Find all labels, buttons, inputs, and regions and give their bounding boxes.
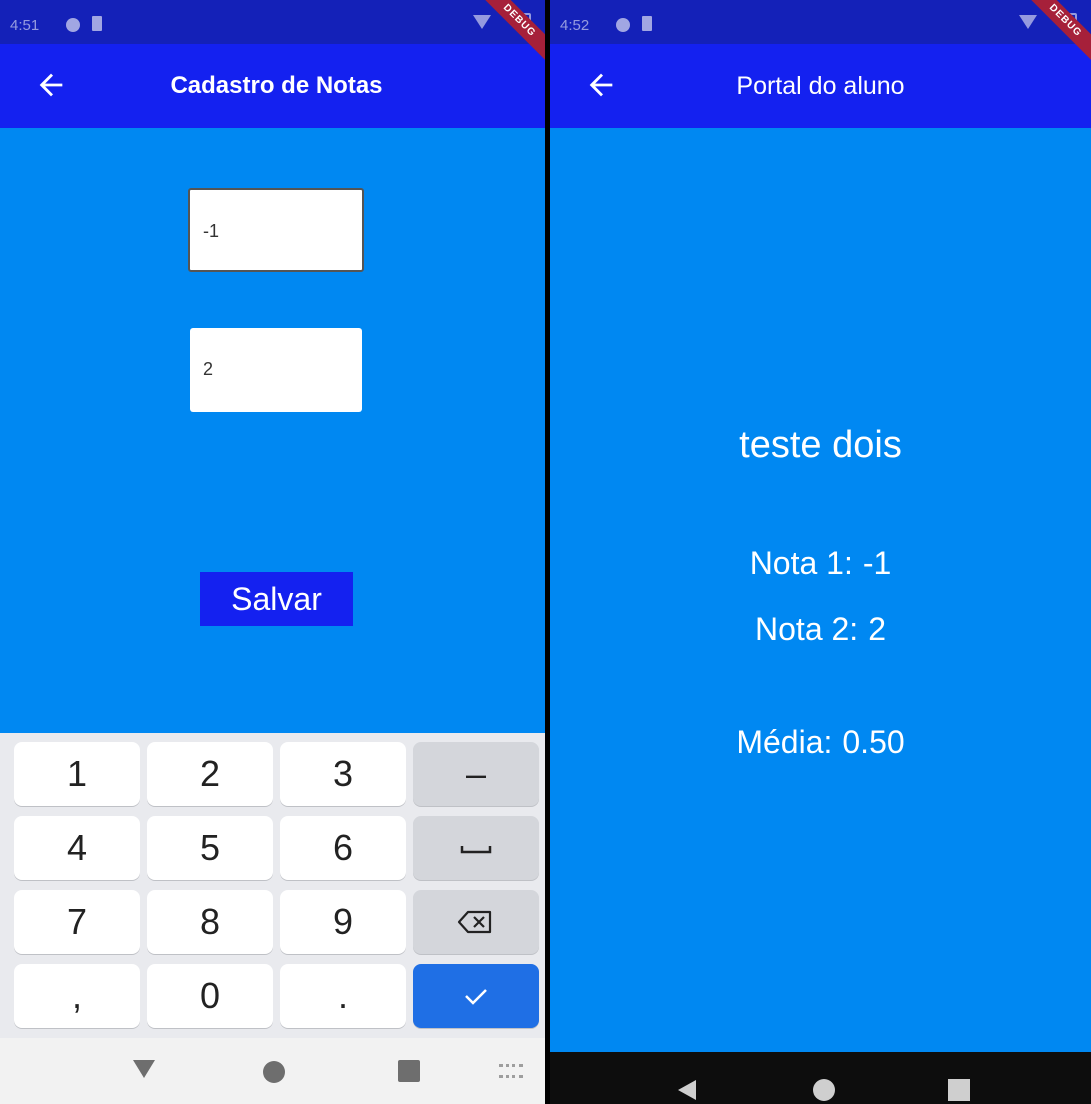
- notification-icon: [66, 18, 80, 32]
- page-title: Portal do aluno: [736, 72, 905, 100]
- check-icon: [465, 989, 487, 1005]
- nav-recents-icon[interactable]: [948, 1079, 970, 1101]
- nota2-row: Nota 2: 2: [550, 611, 1091, 648]
- app-bar: Portal do aluno: [550, 44, 1091, 128]
- status-bar: 4:52: [550, 0, 1091, 44]
- keyboard-switch-icon[interactable]: [499, 1064, 523, 1078]
- backspace-icon: [457, 910, 492, 934]
- cadastro-notas-screen: 4:51 Cadastro de Notas DEBUG -1 2 Salvar…: [0, 0, 545, 1104]
- wifi-icon: [473, 15, 491, 29]
- key-period[interactable]: .: [280, 964, 406, 1028]
- key-4[interactable]: 4: [14, 816, 140, 880]
- system-nav-bar: [0, 1038, 545, 1104]
- media-row: Média: 0.50: [550, 724, 1091, 761]
- key-comma[interactable]: ,: [14, 964, 140, 1028]
- key-0[interactable]: 0: [147, 964, 273, 1028]
- student-name: teste dois: [739, 424, 902, 466]
- nota1-label: Nota 1:: [749, 545, 853, 581]
- nota1-row: Nota 1: -1: [550, 545, 1091, 582]
- page-title: Cadastro de Notas: [170, 72, 383, 99]
- key-minus[interactable]: –: [413, 742, 539, 806]
- key-8[interactable]: 8: [147, 890, 273, 954]
- nav-back-icon[interactable]: [678, 1080, 696, 1100]
- nav-recents-icon[interactable]: [398, 1060, 420, 1082]
- wifi-icon: [1019, 15, 1037, 29]
- nota2-value: 2: [868, 611, 886, 647]
- key-1[interactable]: 1: [14, 742, 140, 806]
- sd-card-icon: [642, 16, 652, 31]
- media-label: Média:: [736, 724, 833, 760]
- nav-home-icon[interactable]: [813, 1079, 835, 1101]
- key-confirm[interactable]: [413, 964, 539, 1028]
- sd-card-icon: [92, 16, 102, 31]
- status-time: 4:52: [560, 17, 590, 34]
- status-bar: 4:51: [0, 0, 545, 44]
- nota1-value: -1: [862, 545, 892, 581]
- numeric-keyboard: 1 2 3 – 4 5 6 7 8 9 , 0 .: [0, 733, 545, 1038]
- nota2-input[interactable]: 2: [190, 328, 362, 412]
- notification-icon: [616, 18, 630, 32]
- status-time: 4:51: [10, 17, 40, 34]
- space-icon: [460, 846, 492, 854]
- app-bar: Cadastro de Notas: [0, 44, 545, 128]
- nav-home-icon[interactable]: [263, 1061, 285, 1083]
- key-space[interactable]: [413, 816, 539, 880]
- key-7[interactable]: 7: [14, 890, 140, 954]
- portal-aluno-screen: 4:52 Portal do aluno DEBUG teste dois No…: [550, 0, 1091, 1104]
- key-6[interactable]: 6: [280, 816, 406, 880]
- key-5[interactable]: 5: [147, 816, 273, 880]
- nav-back-icon[interactable]: [133, 1060, 155, 1078]
- nota2-label: Nota 2:: [755, 611, 859, 647]
- system-nav-bar: [550, 1052, 1091, 1104]
- key-2[interactable]: 2: [147, 742, 273, 806]
- key-3[interactable]: 3: [280, 742, 406, 806]
- media-value: 0.50: [842, 724, 905, 760]
- save-button[interactable]: Salvar: [200, 572, 353, 626]
- key-9[interactable]: 9: [280, 890, 406, 954]
- nota1-input[interactable]: -1: [188, 188, 364, 272]
- key-backspace[interactable]: [413, 890, 539, 954]
